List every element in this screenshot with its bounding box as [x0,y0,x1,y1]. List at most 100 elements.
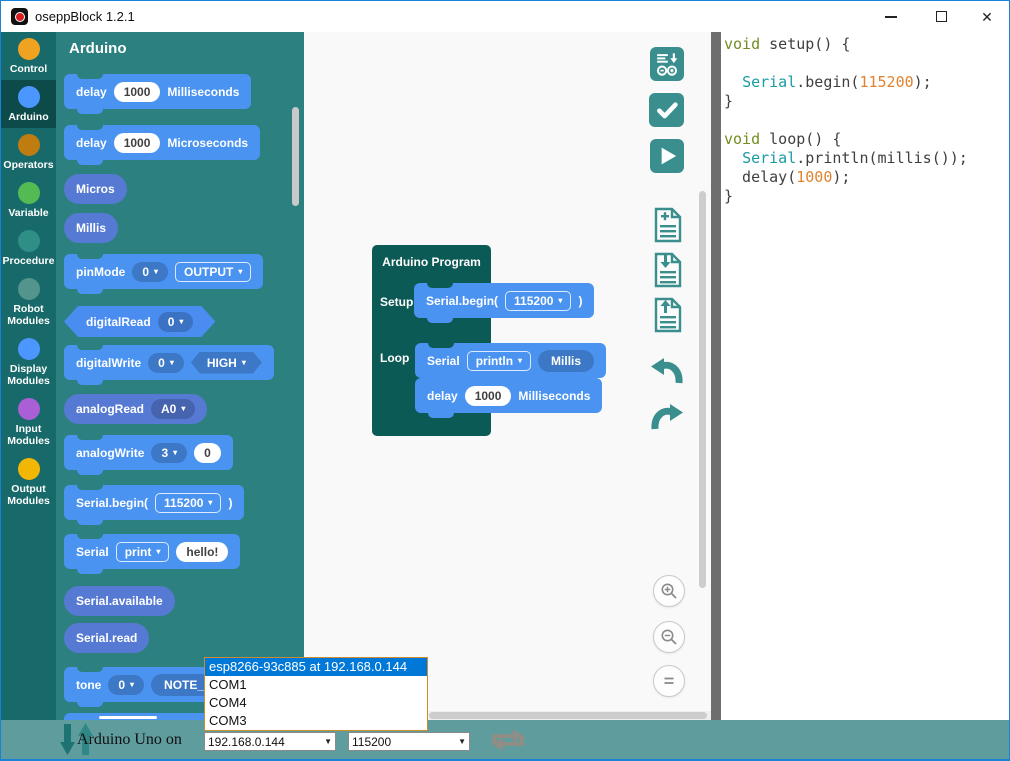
workspace-block-ws-serial-println[interactable]: Serialprintln▾Millis [415,343,606,378]
toolbox-block-analogwrite[interactable]: analogWrite3▾0 [64,435,233,470]
sidebar-item-operators[interactable]: Operators [1,128,56,176]
dropdown-field[interactable]: HIGH ▾ [191,352,262,374]
zoom-reset-icon [660,672,678,690]
port-select-value: 192.168.0.144 [208,735,285,749]
blocks-to-code-icon[interactable] [650,47,684,81]
block-bump [427,318,453,323]
dropdown-field[interactable]: println▾ [467,351,531,371]
run-upload-icon[interactable] [650,139,684,173]
panel-splitter[interactable] [711,32,721,720]
app-logo-icon [11,8,28,25]
value-block[interactable]: Millis [538,350,594,372]
sidebar-item-control[interactable]: Control [1,32,56,80]
category-sidebar: Control Arduino OperatorsVariableProcedure… [1,32,56,720]
sidebar-item-procedure[interactable]: Procedure [1,224,56,272]
port-option[interactable]: COM4 [205,694,427,712]
sidebar-item-output-modules[interactable]: OutputModules [1,452,56,512]
maximize-button[interactable] [924,1,958,32]
sidebar-item-display-modules[interactable]: DisplayModules [1,332,56,392]
port-select[interactable]: 192.168.0.144 ▼ [204,732,336,751]
block-label: Serial.begin( [426,294,498,308]
dropdown-field[interactable]: 0▾ [132,262,168,282]
toolbox-block-micros[interactable]: Micros [64,174,127,204]
file-new-icon[interactable] [653,207,683,248]
port-option[interactable]: COM3 [205,712,427,730]
close-button[interactable]: ✕ [970,1,1004,32]
dropdown-field[interactable]: 0▾ [158,312,194,332]
text-input-field[interactable]: 1000 [465,386,512,406]
category-label: Control [10,63,47,75]
category-dot-icon [18,182,40,204]
text-input-field[interactable]: hello! [176,542,228,562]
toolbox-block-serial-begin[interactable]: Serial.begin(115200▾) [64,485,244,520]
toolbox-block-serial-available[interactable]: Serial.available [64,586,175,616]
verify-icon[interactable] [649,93,684,127]
undo-icon[interactable] [649,355,685,396]
port-option[interactable]: esp8266-93c885 at 192.168.0.144 [205,658,427,676]
toolbox-block-millis[interactable]: Millis [64,213,118,243]
code-token: } [724,92,733,110]
sidebar-item-variable[interactable]: Variable [1,176,56,224]
code-line: delay(1000); [724,168,1009,187]
dropdown-field[interactable]: 0▾ [148,353,184,373]
category-label: Output [11,483,45,495]
dropdown-field[interactable]: A0▾ [151,399,195,419]
category-dot-icon [18,278,40,300]
category-label: Modules [7,495,50,507]
workspace-block-ws-serial-begin[interactable]: Serial.begin(115200▾) [414,283,594,318]
zoom-reset-button[interactable] [653,665,685,697]
toolbox-block-digitalread[interactable]: digitalRead0▾ [64,306,215,337]
block-label: delay [76,85,107,99]
redo-icon[interactable] [649,401,685,442]
text-input-field[interactable]: 1000 [114,133,161,153]
dropdown-field[interactable]: 115200▾ [505,291,571,311]
field-value: 3 [161,446,168,460]
dropdown-field[interactable]: 3▾ [151,443,187,463]
zoom-out-button[interactable] [653,621,685,653]
minimize-button[interactable] [874,1,908,32]
toolbox-block-delay-us[interactable]: delay1000Microseconds [64,125,260,160]
text-input-field[interactable]: 1000 [114,82,161,102]
dropdown-field[interactable]: print▾ [116,542,170,562]
workspace-vertical-scrollbar[interactable] [699,191,706,588]
block-notch [427,283,453,288]
file-save-icon[interactable] [653,252,683,293]
toolbox-block-analogread[interactable]: analogReadA0▾ [64,394,207,424]
text-input-field[interactable]: 0 [194,443,221,463]
code-token [724,149,742,167]
workspace-horizontal-scrollbar[interactable] [429,712,707,719]
setup-label: Setup [380,295,413,309]
sidebar-item-arduino[interactable]: Arduino [1,80,56,128]
sidebar-item-input-modules[interactable]: InputModules [1,392,56,452]
toolbox-block-delay-ms[interactable]: delay 1000 Milliseconds [64,74,251,109]
dropdown-field[interactable]: 115200▾ [155,493,221,513]
workspace-block-ws-delay[interactable]: delay1000Milliseconds [415,378,602,413]
field-value: HIGH [207,356,237,370]
field-value: 0 [118,678,125,692]
zoom-in-button[interactable] [653,575,685,607]
caret-down-icon: ▾ [242,359,246,367]
block-label: Milliseconds [167,85,239,99]
open-document-glyph [653,297,683,333]
sidebar-item-robot-modules[interactable]: RobotModules [1,272,56,332]
category-dot-icon [18,230,40,252]
toolbox-block-digitalwrite[interactable]: digitalWrite0▾HIGH▾ [64,345,274,380]
port-option[interactable]: COM1 [205,676,427,694]
flyout-scrollbar[interactable] [292,107,299,206]
auto-reconnect-icon[interactable] [486,723,530,757]
file-open-icon[interactable] [653,297,683,338]
toolbox-block-serial-print[interactable]: Serial print▾ hello! [64,534,240,569]
partial-block[interactable] [64,713,216,720]
field-value: 0 [158,356,165,370]
dropdown-field[interactable]: OUTPUT▾ [175,262,251,282]
category-label: Arduino [8,111,48,123]
code-line: Serial.println(millis()); [724,149,1009,168]
dropdown-field[interactable]: 0▾ [108,675,144,695]
field-value: 0 [142,265,149,279]
baud-select[interactable]: 115200 ▼ [348,732,470,751]
block-label: ) [228,496,232,510]
code-line: } [724,187,1009,206]
toolbox-block-serial-read[interactable]: Serial.read [64,623,149,653]
toolbox-block-pinmode[interactable]: pinMode0▾OUTPUT▾ [64,254,263,289]
block-label: Serial [76,545,109,559]
